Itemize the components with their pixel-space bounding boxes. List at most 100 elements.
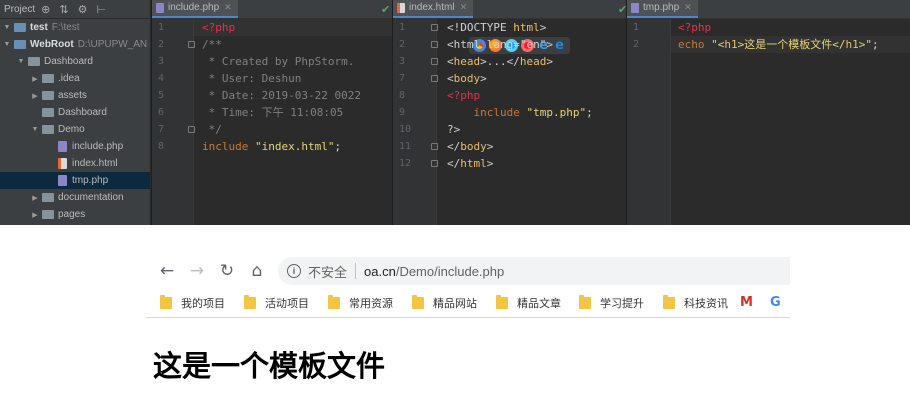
bookmark-item[interactable]: 科技资讯 (663, 294, 728, 311)
fold-marker-icon[interactable] (431, 58, 438, 65)
line-number: 2 (158, 39, 165, 50)
tree-item[interactable]: ▼ Dashboard (0, 53, 150, 70)
code-line[interactable]: /** (202, 36, 222, 53)
tree-item[interactable]: ▶ assets (0, 87, 150, 104)
code-line[interactable]: <?php (202, 19, 235, 36)
expanded-arrow-icon[interactable]: ▼ (2, 24, 12, 31)
tree-item[interactable]: Dashboard (0, 104, 150, 121)
fold-marker-icon[interactable] (431, 24, 438, 31)
code-token: > (539, 21, 547, 34)
bookmark-item[interactable]: 活动项目 (244, 294, 309, 311)
code-line[interactable]: * Time: 下午 11:08:05 (202, 104, 344, 121)
address-bar[interactable]: i 不安全 oa.cn /Demo/include.php (278, 257, 790, 285)
expanded-arrow-icon[interactable]: ▼ (2, 41, 12, 48)
target-icon[interactable]: ⊕ (41, 3, 50, 16)
code-line[interactable]: * Date: 2019-03-22 0022 (202, 87, 361, 104)
code-line[interactable]: */ (202, 121, 222, 138)
back-arrow-icon[interactable]: ← (155, 259, 179, 283)
code-line[interactable]: * Created by PhpStorm. (202, 53, 355, 70)
tree-item-label: Dashboard (58, 107, 107, 118)
tab-index-html[interactable]: index.html ✕ (393, 0, 474, 18)
collapsed-arrow-icon[interactable]: ▶ (30, 194, 40, 202)
tree-item-label: include.php (72, 141, 124, 152)
info-icon[interactable]: i (287, 264, 301, 278)
code-line[interactable]: include "index.html"; (202, 138, 341, 155)
security-label[interactable]: 不安全 (308, 262, 347, 281)
code-line[interactable]: </body> (447, 138, 493, 155)
hide-icon[interactable]: ⊢ (96, 3, 106, 16)
tree-item[interactable]: ▼ test F:\test (0, 19, 150, 36)
editor-index-html[interactable]: index.html ✕ ✔ e e 1<!DOCTYPE html>2<htm… (392, 0, 626, 225)
tree-item[interactable]: tmp.php (0, 172, 150, 189)
code-token: > (486, 157, 494, 170)
tab-label: tmp.php (643, 2, 680, 13)
bookmark-item[interactable]: 精品网站 (412, 294, 477, 311)
edge-icon[interactable]: e (553, 39, 566, 52)
line-number: 12 (399, 158, 412, 169)
close-icon[interactable]: ✕ (460, 2, 468, 13)
gmail-icon[interactable]: M (740, 295, 753, 310)
reload-icon[interactable]: ↻ (215, 259, 239, 283)
code-line[interactable]: <?php (447, 87, 480, 104)
code-line[interactable]: <html lang="en"> (447, 36, 553, 53)
code-line[interactable]: <!DOCTYPE html> (447, 19, 546, 36)
expanded-arrow-icon[interactable]: ▼ (16, 58, 26, 65)
fold-marker-icon[interactable] (431, 160, 438, 167)
editor-tabbar: tmp.php ✕ (627, 0, 910, 19)
tree-item[interactable]: ▼ WebRoot D:\UPUPW_AN (0, 36, 150, 53)
tree-item-label: Demo (58, 124, 85, 135)
fold-marker-icon[interactable] (188, 126, 195, 133)
fold-marker-icon[interactable] (431, 41, 438, 48)
code-token: body (453, 72, 481, 85)
forward-arrow-icon[interactable]: → (185, 259, 209, 283)
editor-include-php[interactable]: include.php ✕ ✔ 1 <?php 2 /** 3 * Created by… (151, 0, 392, 225)
tree-item-path: F:\test (51, 22, 80, 33)
code-line[interactable]: </html> (447, 155, 493, 172)
fold-marker-icon[interactable] (431, 75, 438, 82)
tree-item-label: assets (58, 90, 87, 101)
expanded-arrow-icon[interactable]: ▼ (30, 126, 40, 133)
folder-icon (28, 57, 40, 66)
page-heading: 这是一个模板文件 (153, 349, 386, 383)
code-line[interactable]: <body> (447, 70, 487, 87)
bookmark-item[interactable]: 我的项目 (160, 294, 225, 311)
code-line[interactable]: include "tmp.php"; (447, 104, 592, 121)
tree-item[interactable]: ▶ .idea (0, 70, 150, 87)
project-panel-title[interactable]: Project (4, 4, 35, 15)
url-path[interactable]: /Demo/include.php (396, 264, 504, 279)
settings-icon[interactable]: ⚙ (78, 3, 88, 16)
bookmark-item[interactable]: 常用资源 (328, 294, 393, 311)
bookmark-label: 我的项目 (181, 297, 225, 310)
collapsed-arrow-icon[interactable]: ▶ (30, 75, 40, 83)
code-token: <?php (202, 21, 236, 34)
tree-item[interactable]: ▶ pages (0, 206, 150, 223)
tab-include-php[interactable]: include.php ✕ (152, 0, 238, 18)
folder-icon (14, 40, 26, 49)
tree-item[interactable]: include.php (0, 138, 150, 155)
code-line[interactable]: <?php (678, 19, 711, 36)
close-icon[interactable]: ✕ (684, 2, 692, 13)
code-line[interactable]: echo "<h1>这是一个模板文件</h1>"; (678, 36, 879, 53)
bookmark-item[interactable]: 精品文章 (496, 294, 561, 311)
tree-item[interactable]: index.html (0, 155, 150, 172)
collapse-icon[interactable]: ⇅ (59, 3, 68, 16)
code-line[interactable]: * User: Deshun (202, 70, 302, 87)
line-number: 10 (399, 124, 412, 135)
collapsed-arrow-icon[interactable]: ▶ (30, 211, 40, 219)
google-icon[interactable]: G (770, 295, 781, 310)
editor-tmp-php[interactable]: tmp.php ✕ 1 <?php 2 echo "<h1>这是一个模板文件</h1>… (626, 0, 910, 225)
bookmark-item[interactable]: 学习提升 (579, 294, 644, 311)
tree-item[interactable]: ▼ Demo (0, 121, 150, 138)
line-number: 7 (399, 73, 406, 84)
close-icon[interactable]: ✕ (224, 2, 232, 13)
tree-item[interactable]: ▶ documentation (0, 189, 150, 206)
fold-marker-icon[interactable] (188, 41, 195, 48)
home-icon[interactable]: ⌂ (245, 259, 269, 283)
fold-marker-icon[interactable] (431, 143, 438, 150)
code-line[interactable]: ?> (447, 121, 460, 138)
collapsed-arrow-icon[interactable]: ▶ (30, 92, 40, 100)
url-host[interactable]: oa.cn (364, 264, 396, 279)
code-line[interactable]: <head>...</head> (447, 53, 553, 70)
code-token: > (546, 55, 553, 68)
tab-tmp-php[interactable]: tmp.php ✕ (627, 0, 698, 18)
